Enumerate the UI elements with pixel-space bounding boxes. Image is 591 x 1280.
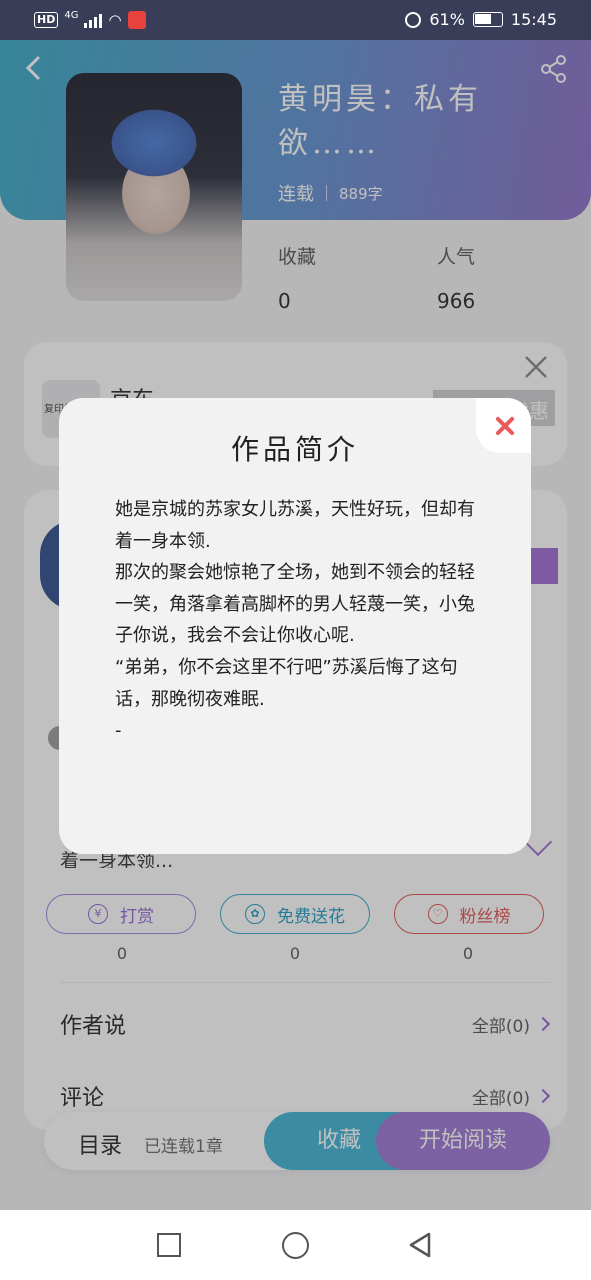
- alarm-icon: [405, 11, 422, 28]
- clock: 15:45: [510, 10, 557, 29]
- triangle-left-icon: [409, 1232, 431, 1258]
- intro-modal: 作品简介 她是京城的苏家女儿苏溪，天性好玩，但却有着一身本领. 那次的聚会她惊艳…: [59, 398, 531, 854]
- intro-paragraph: “弟弟，你不会这里不行吧”苏溪后悔了这句话，那晚彻夜难眠.: [115, 656, 458, 710]
- app-notification-icon: [127, 11, 146, 29]
- status-right: 61% 15:45: [405, 10, 557, 29]
- recents-square-icon[interactable]: [157, 1233, 181, 1257]
- intro-paragraph: -: [115, 720, 122, 742]
- battery-icon: [472, 12, 503, 27]
- system-nav-bar: [0, 1210, 591, 1280]
- status-bar: HD 4G ◠ 61% 15:45: [0, 0, 591, 40]
- home-circle-icon[interactable]: [282, 1232, 309, 1259]
- back-triangle-icon[interactable]: [408, 1232, 432, 1258]
- intro-paragraph: 她是京城的苏家女儿苏溪，天性好玩，但却有着一身本领.: [115, 499, 475, 552]
- modal-body: 她是京城的苏家女儿苏溪，天性好玩，但却有着一身本领. 那次的聚会她惊艳了全场，她…: [115, 494, 485, 747]
- modal-title: 作品简介: [230, 433, 359, 466]
- wifi-icon: ◠: [108, 11, 122, 29]
- network-type: 4G: [64, 9, 79, 21]
- modal-close-button[interactable]: [476, 398, 531, 453]
- status-left: HD 4G ◠: [34, 9, 146, 29]
- signal-icon: [84, 12, 103, 28]
- intro-paragraph: 那次的聚会她惊艳了全场，她到不领会的轻轻一笑，角落拿着高脚杯的男人轻蔑一笑，小兔…: [115, 562, 475, 647]
- battery-percent: 61%: [429, 10, 465, 29]
- hd-indicator: HD: [34, 12, 59, 28]
